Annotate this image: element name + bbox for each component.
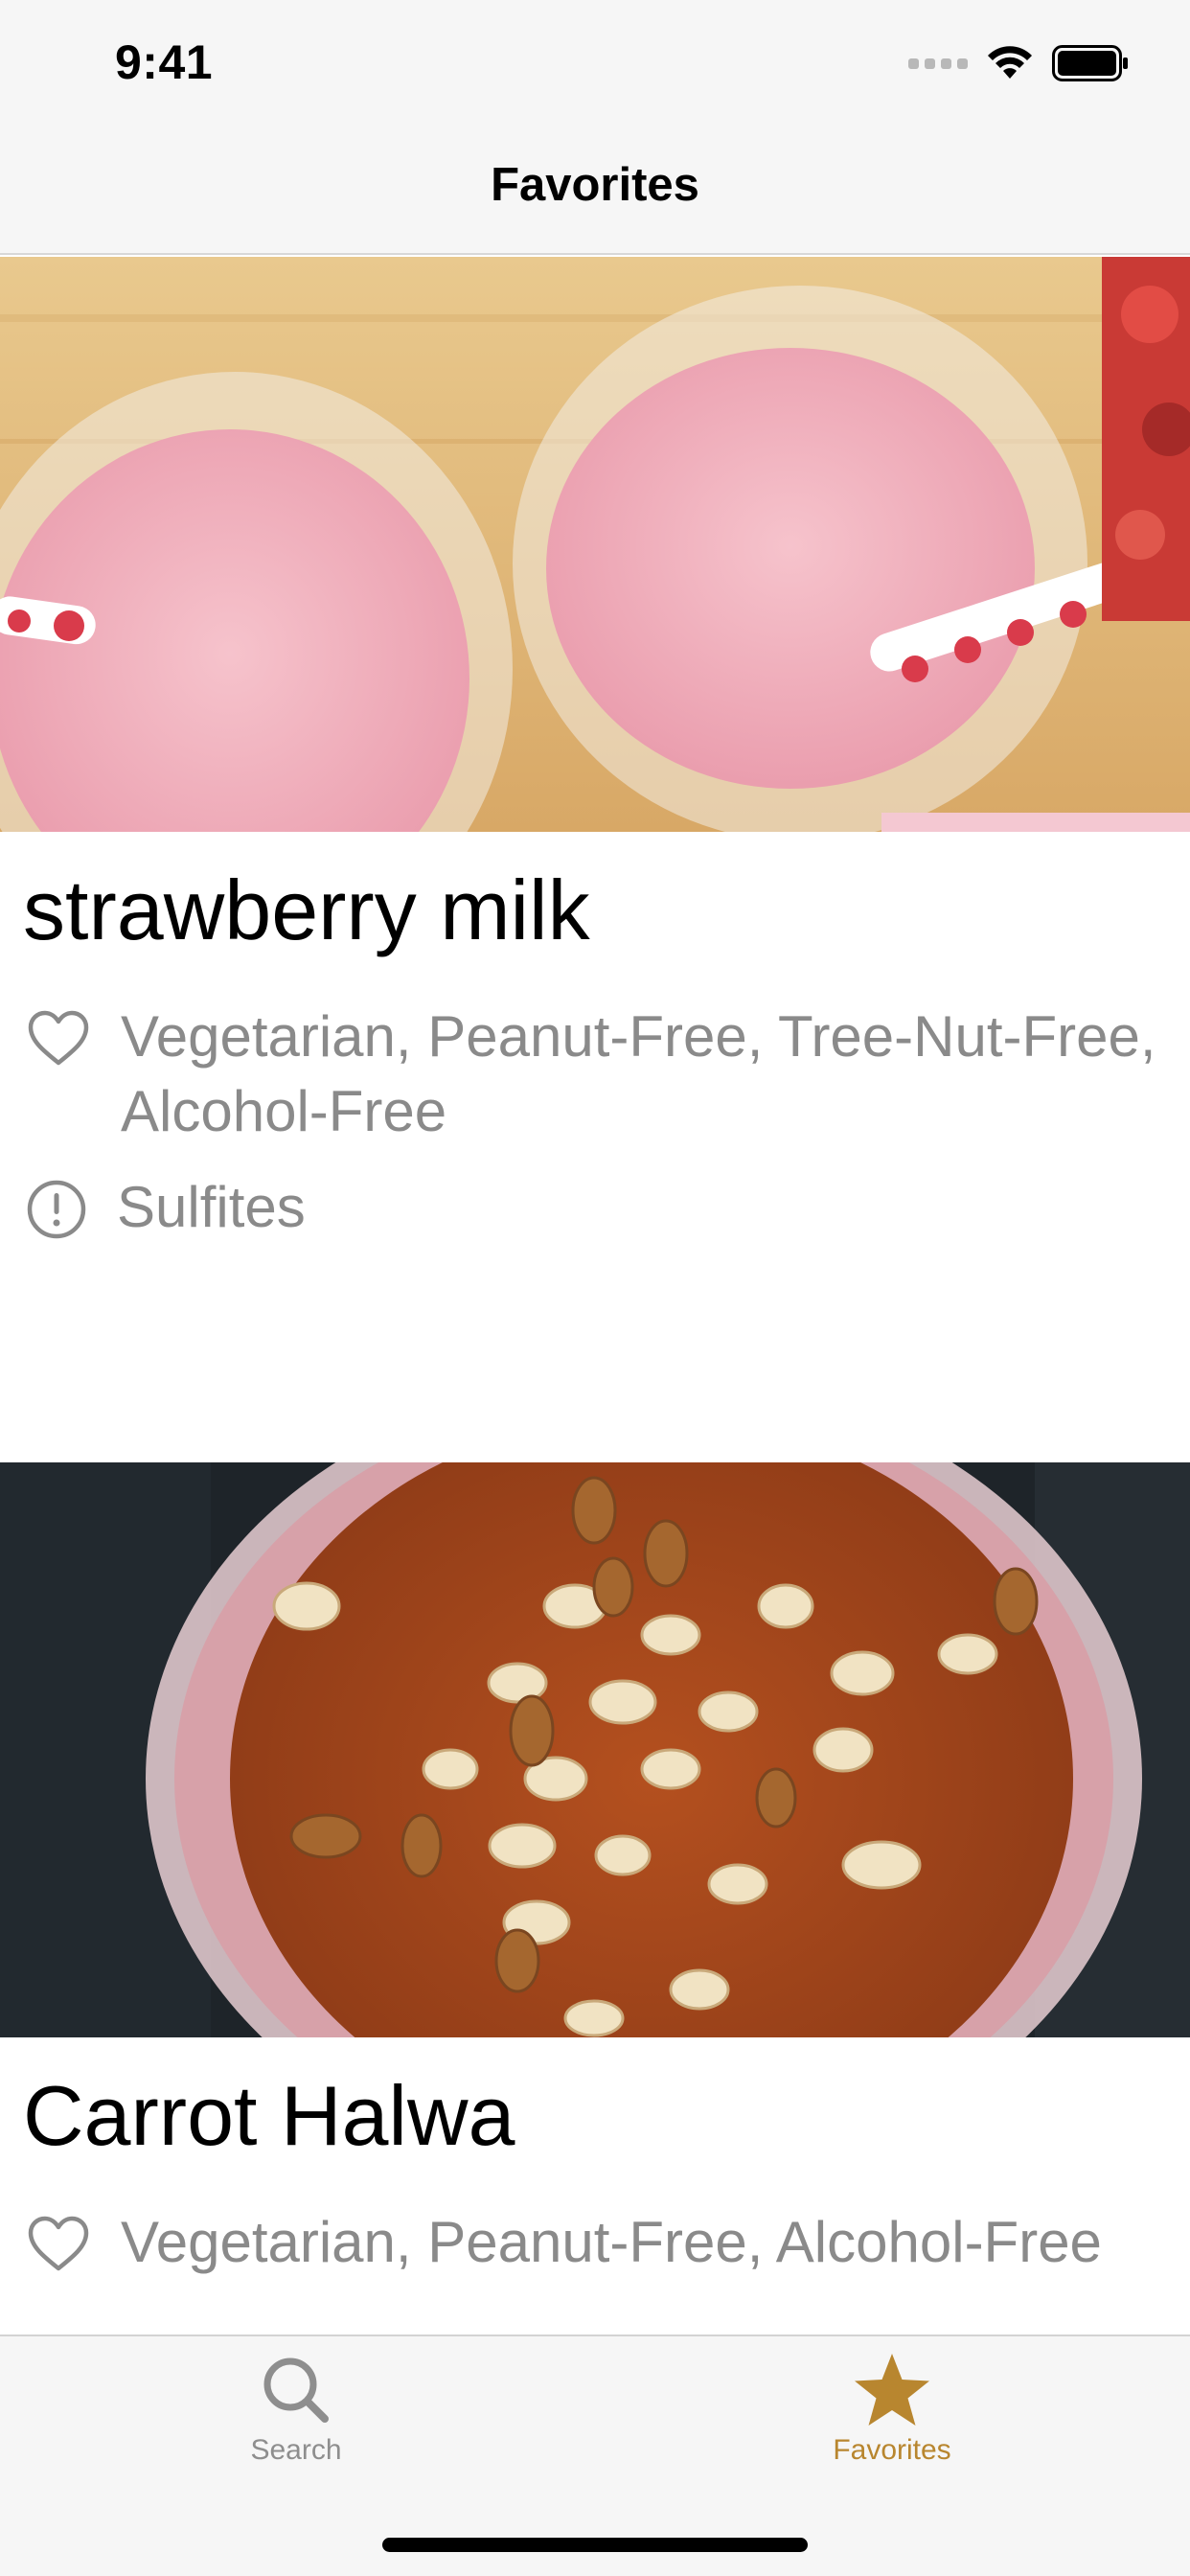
star-icon	[855, 2354, 929, 2426]
tab-favorites-label: Favorites	[833, 2434, 951, 2466]
tab-search-label: Search	[250, 2434, 342, 2466]
exclamation-circle-icon	[27, 1180, 86, 1239]
favorites-list[interactable]: strawberry milk Vegetarian, Peanut-Free,…	[0, 257, 1190, 2334]
status-icons	[908, 44, 1129, 82]
cellular-signal-icon	[908, 58, 968, 69]
tab-favorites[interactable]: Favorites	[748, 2352, 1036, 2467]
recipe-image	[0, 1462, 1190, 2037]
health-labels-row: Vegetarian, Peanut-Free, Alcohol-Free	[0, 2205, 1190, 2280]
favorites-screen: 9:41 Favorites strawberry milk Vegetaria…	[0, 0, 1190, 2576]
health-labels-row: Vegetarian, Peanut-Free, Tree-Nut-Free, …	[0, 1000, 1190, 1149]
recipe-title: Carrot Halwa	[23, 2068, 515, 2163]
heart-icon	[28, 2216, 89, 2271]
recipe-title: strawberry milk	[23, 862, 590, 957]
health-labels-text: Vegetarian, Peanut-Free, Tree-Nut-Free, …	[121, 1003, 1156, 1143]
cautions-row: Sulfites	[0, 1170, 1190, 1245]
recipe-card[interactable]: Carrot Halwa Vegetarian, Peanut-Free, Al…	[0, 1462, 1190, 2280]
status-time: 9:41	[115, 35, 214, 89]
home-indicator[interactable]	[382, 2538, 808, 2552]
cautions-text: Sulfites	[117, 1174, 306, 1239]
wifi-icon	[988, 46, 1032, 79]
navigation-bar: Favorites	[0, 126, 1190, 255]
recipe-card[interactable]: strawberry milk Vegetarian, Peanut-Free,…	[0, 257, 1190, 1462]
health-labels-text: Vegetarian, Peanut-Free, Alcohol-Free	[121, 2209, 1102, 2274]
tab-search[interactable]: Search	[152, 2352, 440, 2467]
battery-icon	[1052, 45, 1128, 81]
heart-icon	[28, 1010, 89, 1066]
status-bar: 9:41	[0, 0, 1190, 126]
page-title: Favorites	[491, 159, 699, 211]
search-icon	[263, 2358, 329, 2423]
recipe-image	[0, 257, 1190, 832]
